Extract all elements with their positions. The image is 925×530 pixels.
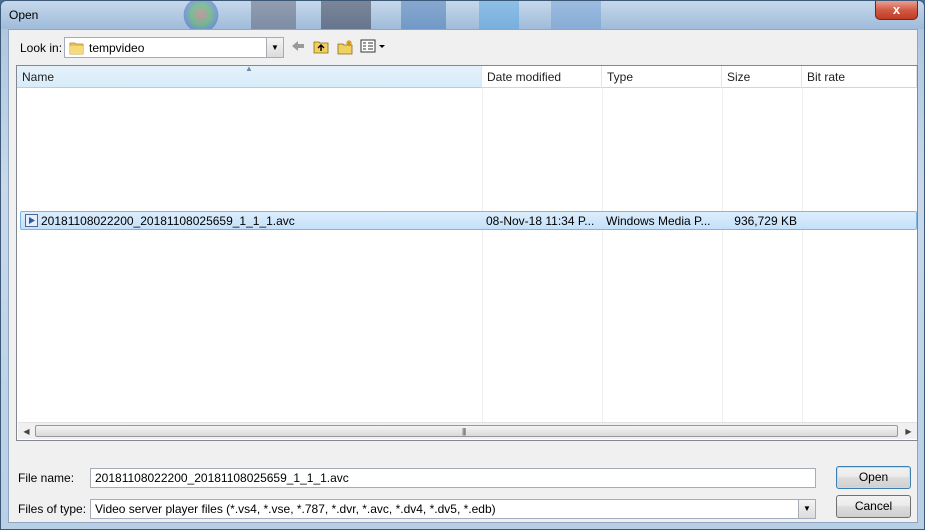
scroll-right-icon[interactable]: ▶ xyxy=(900,423,917,440)
file-type-dropdown[interactable]: Video server player files (*.vs4, *.vse,… xyxy=(90,499,816,519)
background-app-icon xyxy=(181,1,221,29)
column-size-label: Size xyxy=(727,70,751,84)
folder-icon xyxy=(69,42,84,55)
look-in-value: tempvideo xyxy=(89,41,145,55)
title-bar[interactable]: Open x xyxy=(1,1,924,29)
column-size[interactable]: Size xyxy=(722,66,802,88)
file-name-label: File name: xyxy=(18,471,75,485)
file-type-label: Files of type: xyxy=(18,502,87,516)
file-type-value: Video server player files (*.vs4, *.vse,… xyxy=(95,502,496,516)
cancel-button[interactable]: Cancel xyxy=(836,495,911,518)
chevron-down-icon[interactable]: ▼ xyxy=(798,500,815,518)
new-folder-button[interactable] xyxy=(334,38,356,56)
scroll-left-icon[interactable]: ◀ xyxy=(18,423,35,440)
window-title: Open xyxy=(9,8,39,22)
column-divider xyxy=(722,89,723,440)
close-icon: x xyxy=(892,2,901,17)
grip-icon: ||| xyxy=(462,427,466,436)
file-name-input[interactable]: 20181108022200_20181108025659_1_1_1.avc xyxy=(90,468,816,488)
column-bitrate-label: Bit rate xyxy=(807,70,846,84)
up-folder-icon xyxy=(313,41,329,54)
open-button[interactable]: Open xyxy=(836,466,911,489)
back-button[interactable] xyxy=(287,38,309,56)
file-type-cell: Windows Media P... xyxy=(606,214,711,228)
background-app-icon xyxy=(251,1,296,29)
chevron-down-icon[interactable]: ▼ xyxy=(266,38,283,57)
column-date-modified[interactable]: Date modified xyxy=(482,66,602,88)
scroll-thumb[interactable]: ||| xyxy=(35,425,898,437)
column-name[interactable]: ▲ Name xyxy=(17,64,482,88)
sort-ascending-icon: ▲ xyxy=(245,64,253,73)
column-header: ▲ Name Date modified Type Size Bit rate xyxy=(17,64,917,88)
open-dialog: Open x Look in: tempvideo ▼ ▲ Name Date … xyxy=(0,0,925,530)
file-row[interactable]: 20181108022200_20181108025659_1_1_1.avc … xyxy=(20,211,917,230)
dialog-body: Look in: tempvideo ▼ ▲ Name Date modifie… xyxy=(8,29,918,523)
column-divider xyxy=(802,89,803,440)
up-folder-button[interactable] xyxy=(310,38,332,56)
video-file-icon xyxy=(25,214,38,227)
background-app-icon xyxy=(401,1,446,29)
background-app-icon xyxy=(551,1,601,29)
look-in-dropdown[interactable]: tempvideo ▼ xyxy=(64,37,284,58)
back-icon xyxy=(292,41,304,51)
column-name-label: Name xyxy=(22,70,55,84)
look-in-label: Look in: xyxy=(20,41,63,55)
close-button[interactable]: x xyxy=(875,1,918,20)
background-app-icon xyxy=(321,1,371,29)
horizontal-scrollbar[interactable]: ◀ ||| ▶ xyxy=(18,422,917,439)
view-menu-button[interactable] xyxy=(359,38,387,56)
column-date-label: Date modified xyxy=(487,70,562,84)
view-menu-icon xyxy=(360,39,385,53)
file-size-cell: 936,729 KB xyxy=(734,214,797,228)
column-divider xyxy=(482,89,483,440)
new-folder-icon xyxy=(337,40,352,55)
column-type[interactable]: Type xyxy=(602,66,722,88)
background-app-icon xyxy=(479,1,519,29)
file-name-cell: 20181108022200_20181108025659_1_1_1.avc xyxy=(41,214,295,228)
file-list[interactable]: ▲ Name Date modified Type Size Bit rate … xyxy=(16,64,918,441)
column-type-label: Type xyxy=(607,70,634,84)
column-divider xyxy=(602,89,603,440)
column-bit-rate[interactable]: Bit rate xyxy=(802,66,917,88)
file-date-cell: 08-Nov-18 11:34 P... xyxy=(486,214,595,228)
